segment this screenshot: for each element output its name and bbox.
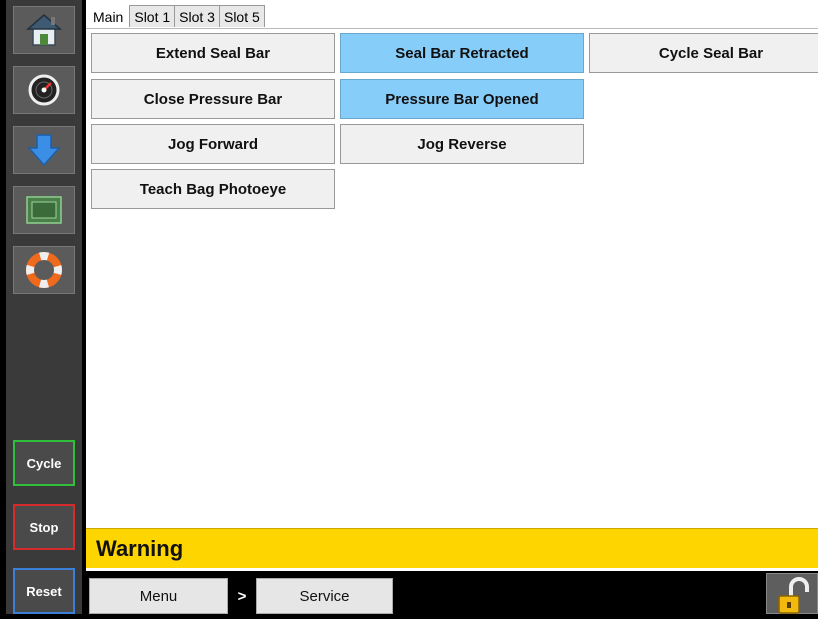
breadcrumb-service[interactable]: Service <box>256 578 393 614</box>
gauge-button[interactable] <box>13 66 75 114</box>
teach-bag-photoeye-button[interactable]: Teach Bag Photoeye <box>91 169 335 209</box>
jog-reverse-button[interactable]: Jog Reverse <box>340 124 584 164</box>
main-panel: Main Slot 1 Slot 3 Slot 5 Extend Seal Ba… <box>86 0 818 571</box>
pressure-bar-opened-button[interactable]: Pressure Bar Opened <box>340 79 584 119</box>
jog-forward-button[interactable]: Jog Forward <box>91 124 335 164</box>
close-pressure-bar-button[interactable]: Close Pressure Bar <box>91 79 335 119</box>
cycle-button[interactable]: Cycle <box>13 440 75 486</box>
lifebuoy-icon <box>26 252 62 288</box>
cpu-chip-icon <box>26 196 62 224</box>
help-button[interactable] <box>13 246 75 294</box>
tab-main[interactable]: Main <box>86 5 131 27</box>
stop-button[interactable]: Stop <box>13 504 75 550</box>
tab-bar: Main Slot 1 Slot 3 Slot 5 <box>86 5 265 28</box>
download-button[interactable] <box>13 126 75 174</box>
breadcrumb-separator: > <box>237 587 247 605</box>
tab-slot-5[interactable]: Slot 5 <box>218 5 265 27</box>
tab-slot-1[interactable]: Slot 1 <box>129 5 176 27</box>
tab-slot-3[interactable]: Slot 3 <box>174 5 220 27</box>
download-arrow-icon <box>27 134 61 167</box>
lock-button[interactable] <box>766 573 818 614</box>
unlocked-padlock-icon <box>778 577 809 614</box>
menu-button[interactable]: Menu <box>89 578 228 614</box>
cycle-seal-bar-button[interactable]: Cycle Seal Bar <box>589 33 818 73</box>
seal-bar-retracted-button[interactable]: Seal Bar Retracted <box>340 33 584 73</box>
extend-seal-bar-button[interactable]: Extend Seal Bar <box>91 33 335 73</box>
gauge-icon <box>28 74 60 106</box>
home-button[interactable] <box>13 6 75 54</box>
cpu-button[interactable] <box>13 186 75 234</box>
reset-button[interactable]: Reset <box>13 568 75 614</box>
sidebar: Cycle Stop Reset <box>6 0 82 614</box>
status-banner: Warning <box>86 528 818 568</box>
tab-divider <box>86 28 818 29</box>
home-icon <box>26 14 62 46</box>
